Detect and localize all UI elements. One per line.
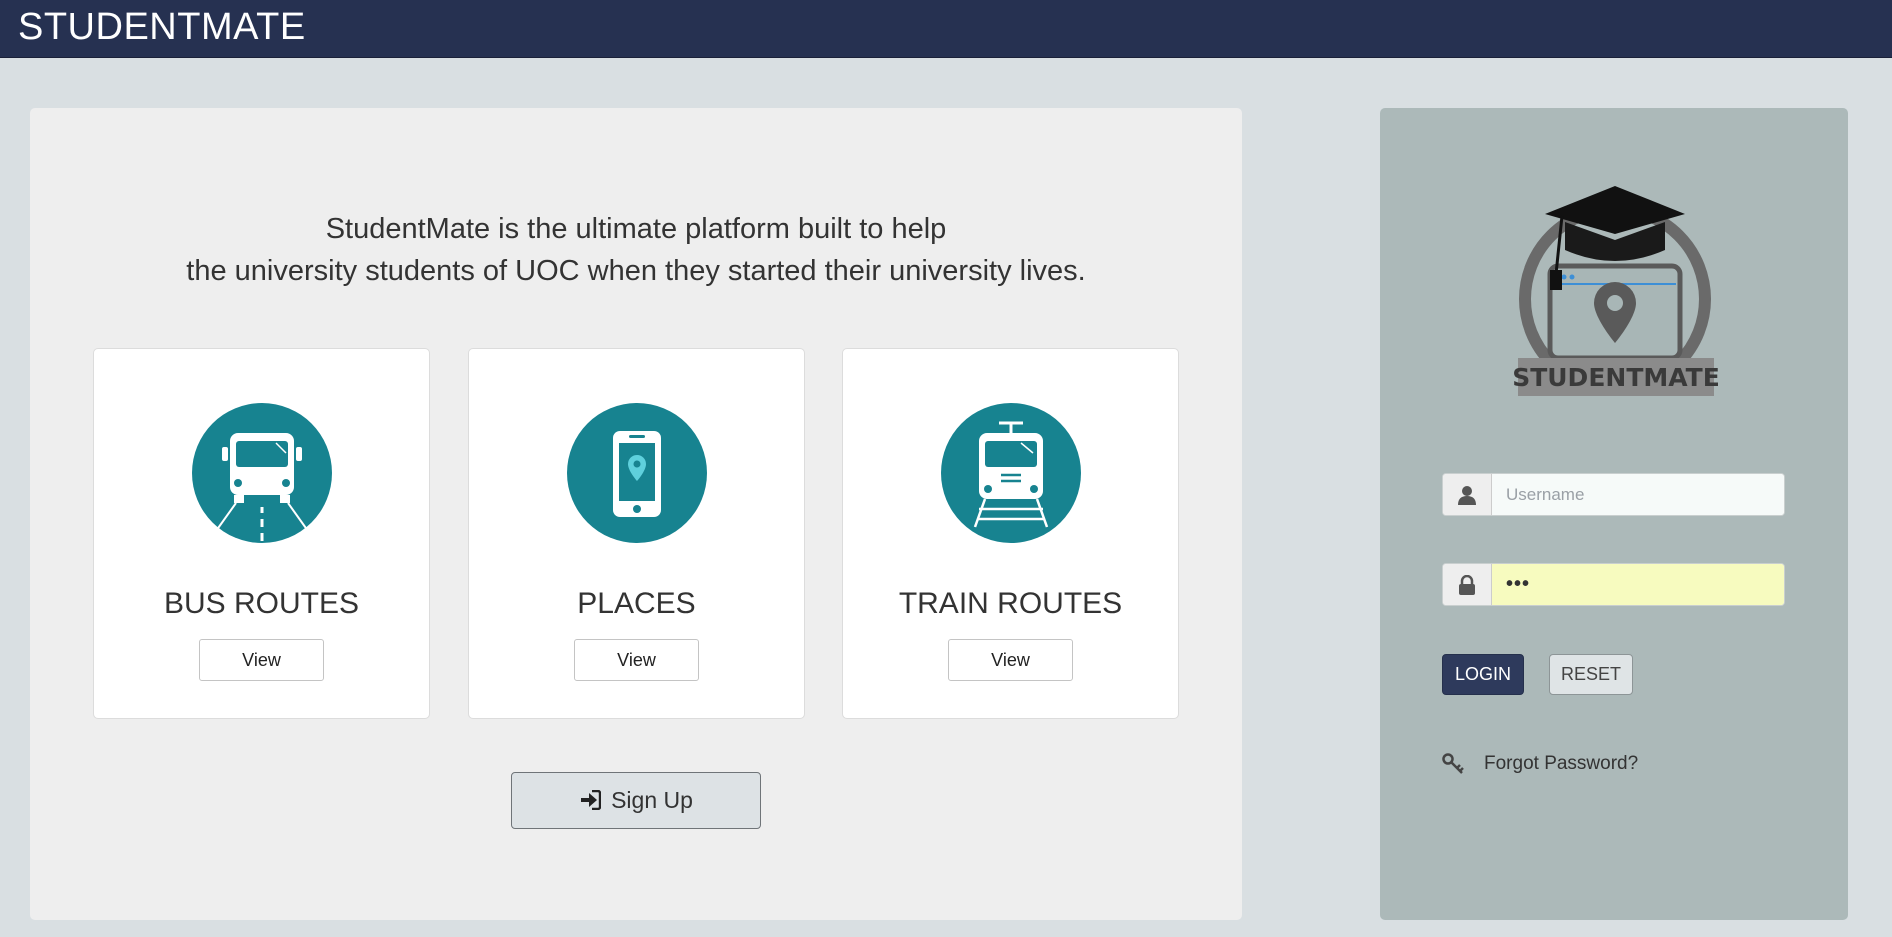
lock-icon [1443, 564, 1492, 605]
bus-icon [192, 403, 332, 543]
train-routes-title: TRAIN ROUTES [898, 587, 1123, 620]
train-routes-card: TRAIN ROUTES View [842, 348, 1179, 719]
intro-text: StudentMate is the ultimate platform bui… [30, 208, 1242, 292]
bus-routes-title: BUS ROUTES [163, 587, 360, 620]
train-icon [941, 403, 1081, 543]
phone-location-icon [567, 403, 707, 543]
places-view-button[interactable]: View [574, 639, 699, 681]
reset-button[interactable]: RESET [1549, 654, 1633, 695]
sign-in-icon [579, 775, 602, 830]
intro-line-1: StudentMate is the ultimate platform bui… [325, 213, 947, 245]
forgot-password-label: Forgot Password? [1484, 753, 1639, 774]
places-title: PLACES [577, 587, 696, 620]
username-input[interactable] [1492, 474, 1784, 515]
password-group [1442, 563, 1785, 606]
sign-up-button[interactable]: Sign Up [511, 772, 761, 829]
studentmate-logo: STUDENTMATE [1510, 174, 1720, 404]
bus-routes-card: BUS ROUTES View [93, 348, 430, 719]
brand-title[interactable]: STUDENTMATE [18, 6, 306, 49]
top-navbar: STUDENTMATE [0, 0, 1892, 58]
username-group [1442, 473, 1785, 516]
user-icon [1443, 474, 1492, 515]
bus-routes-view-button[interactable]: View [199, 639, 324, 681]
intro-line-2: the university students of UOC when they… [186, 255, 1086, 287]
places-card: PLACES View [468, 348, 805, 719]
train-routes-view-button[interactable]: View [948, 639, 1073, 681]
main-panel: StudentMate is the ultimate platform bui… [30, 108, 1242, 920]
password-input[interactable] [1492, 564, 1784, 605]
login-button[interactable]: LOGIN [1442, 654, 1524, 695]
logo-text: STUDENTMATE [1512, 363, 1720, 392]
key-icon [1442, 753, 1464, 781]
login-panel: STUDENTMATE LOGIN RESET [1380, 108, 1848, 920]
sign-up-label: Sign Up [611, 787, 693, 813]
